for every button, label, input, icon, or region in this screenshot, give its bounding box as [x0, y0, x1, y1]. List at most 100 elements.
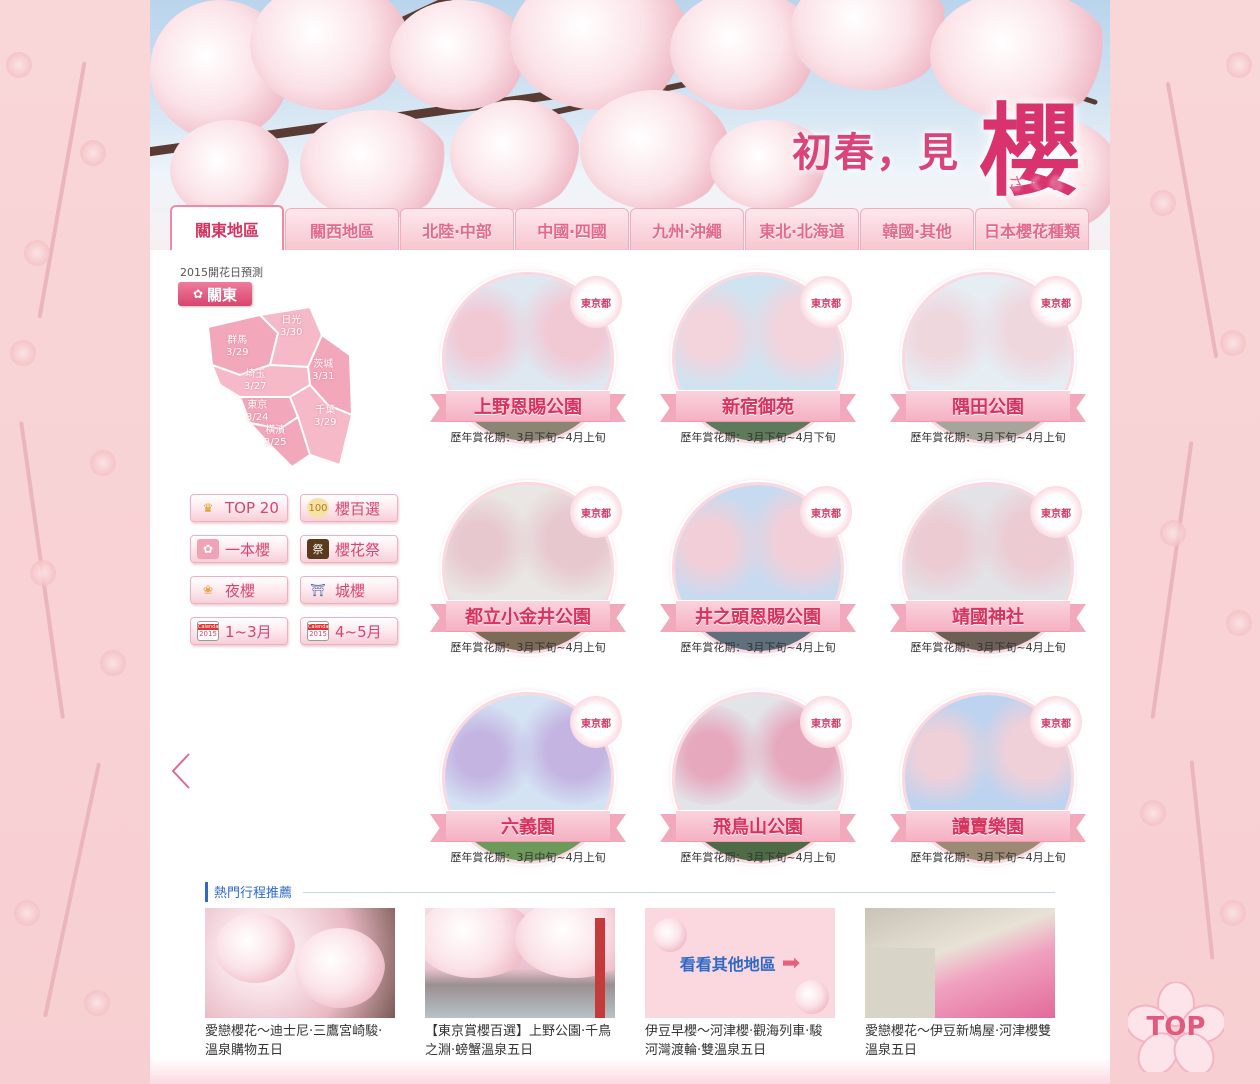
map-label-saitama: 埼玉 3/27 — [244, 369, 267, 392]
category-label: 城櫻 — [335, 581, 366, 600]
spot-koganei-card[interactable]: 東京都都立小金井公園歷年賞花期：3月下旬~4月上旬 — [430, 482, 630, 662]
carousel-prev-arrow[interactable] — [170, 752, 192, 790]
tab-sakura-types[interactable]: 日本櫻花種類 — [975, 208, 1089, 250]
spot-yomiuriland-card[interactable]: 東京都讀賣樂園歷年賞花期：3月下旬~4月上旬 — [890, 692, 1090, 872]
category-label: 櫻百選 — [335, 499, 381, 518]
spot-name[interactable]: 六義園 — [446, 810, 610, 842]
tab-korea-other[interactable]: 韓國‧其他 — [860, 208, 974, 250]
bloom-period: 歷年賞花期：3月中旬~4月上旬 — [450, 851, 606, 864]
forecast-label: 2015開花日預測 — [180, 266, 263, 279]
tab-chugoku-shikoku[interactable]: 中國‧四國 — [515, 208, 629, 250]
spot-name[interactable]: 靖國神社 — [906, 600, 1070, 632]
category-label: TOP 20 — [225, 499, 279, 517]
spot-sumida-card[interactable]: 東京都 隅田公園 歷年賞花期：3月下旬~4月上旬 — [890, 272, 1090, 452]
bloom-period: 歷年賞花期：3月下旬~4月上旬 — [450, 431, 606, 444]
bloom-period: 歷年賞花期：3月下旬~4月上旬 — [910, 851, 1066, 864]
tab-kanto[interactable]: 關東地區 — [170, 205, 284, 250]
main-page: 初春，見 櫻 さくら 關東地區 關西地區 北陸‧中部 中國‧四國 九州‧沖繩 東… — [150, 0, 1110, 1084]
hot-caption[interactable]: 【東京賞櫻百選】上野公園‧千鳥之淵‧螃蟹溫泉五日 — [425, 1022, 615, 1060]
prefecture-badge: 東京都 — [1030, 486, 1082, 538]
bloom-period: 歷年賞花期：3月下旬~4月上旬 — [450, 641, 606, 654]
hot-thumb[interactable] — [205, 908, 395, 1018]
prefecture-badge: 東京都 — [570, 696, 622, 748]
category-castle-button[interactable]: ⛩ 城櫻 — [300, 576, 398, 604]
back-to-top-button[interactable]: TOP — [1125, 981, 1227, 1076]
prefecture-badge: 東京都 — [800, 486, 852, 538]
spot-name-ribbon[interactable]: 隅田公園 — [890, 390, 1086, 426]
flower-icon: ✿ — [192, 287, 204, 301]
category-label: 夜櫻 — [225, 581, 256, 600]
hot-caption[interactable]: 愛戀櫻花～迪士尼‧三鷹宮崎駿‧溫泉購物五日 — [205, 1022, 395, 1060]
category-night-button[interactable]: ❀ 夜櫻 — [190, 576, 288, 604]
spot-name-ribbon[interactable]: 飛鳥山公園 — [660, 810, 856, 846]
hot-card-1[interactable]: 愛戀櫻花～迪士尼‧三鷹宮崎駿‧溫泉購物五日 — [205, 908, 395, 1060]
spot-name-ribbon[interactable]: 讀賣樂園 — [890, 810, 1086, 846]
calendar-icon: Calendar 2015 — [197, 621, 220, 641]
hot-card-2[interactable]: 【東京賞櫻百選】上野公園‧千鳥之淵‧螃蟹溫泉五日 — [425, 908, 615, 1060]
night-blossom-icon: ❀ — [202, 583, 214, 597]
top-label: TOP — [1146, 1012, 1206, 1042]
castle-icon: ⛩ — [310, 583, 326, 597]
category-label: 4~5月 — [335, 622, 382, 641]
tree-icon: ✿ — [197, 539, 219, 559]
tab-hokuriku-chubu[interactable]: 北陸‧中部 — [400, 208, 514, 250]
category-single-tree-button[interactable]: ✿ 一本櫻 — [190, 535, 288, 563]
banner-kana: さくら — [1007, 174, 1068, 193]
category-100-sakura-button[interactable]: 100 櫻百選 — [300, 494, 398, 522]
tab-kyushu-okinawa[interactable]: 九州‧沖繩 — [630, 208, 744, 250]
spot-name-ribbon[interactable]: 六義園 — [430, 810, 626, 846]
category-jan-mar-button[interactable]: Calendar 2015 1~3月 — [190, 617, 288, 645]
map-label-gunma: 群馬 3/29 — [226, 335, 249, 358]
prefecture-badge: 東京都 — [570, 486, 622, 538]
hot-thumb[interactable] — [865, 908, 1055, 1018]
spot-name[interactable]: 讀賣樂園 — [906, 810, 1070, 842]
bloom-period: 歷年賞花期：3月下旬~4月上旬 — [910, 641, 1066, 654]
hot-caption[interactable]: 愛戀櫻花～伊豆新鳩屋‧河津櫻雙溫泉五日 — [865, 1022, 1055, 1060]
category-top20-button[interactable]: ♛ TOP 20 — [190, 494, 288, 522]
tab-kansai[interactable]: 關西地區 — [285, 208, 399, 250]
spot-inokashira-card[interactable]: 東京都 井之頭恩賜公園 歷年賞花期：3月下旬~4月上旬 — [660, 482, 860, 662]
spot-name-ribbon[interactable]: 井之頭恩賜公園 — [660, 600, 856, 636]
category-label: 櫻花祭 — [335, 540, 381, 559]
bloom-period: 歷年賞花期：3月下旬~4月下旬 — [680, 431, 836, 444]
hot-caption[interactable]: 伊豆早櫻～河津櫻‧觀海列車‧駿河灣渡輪‧雙溫泉五日 — [645, 1022, 835, 1060]
category-festival-button[interactable]: 祭 櫻花祭 — [300, 535, 398, 563]
festival-icon: 祭 — [307, 539, 329, 559]
spot-name[interactable]: 飛鳥山公園 — [676, 810, 840, 842]
spot-name[interactable]: 都立小金井公園 — [446, 600, 610, 632]
spot-name-ribbon[interactable]: 上野恩賜公園 — [430, 390, 626, 426]
map-label-ibaraki: 茨城 3/31 — [312, 359, 335, 382]
banner-title: 初春，見 — [792, 129, 960, 176]
category-label: 1~3月 — [225, 622, 272, 641]
category-label: 一本櫻 — [225, 540, 271, 559]
category-apr-may-button[interactable]: Calendar 2015 4~5月 — [300, 617, 398, 645]
map-label-tokyo: 東京 3/24 — [246, 400, 269, 423]
kanto-map[interactable]: 日光 3/30 群馬 3/29 茨城 3/31 埼玉 3/27 東京 3/24 千葉 3/2… — [200, 305, 370, 475]
spot-name-ribbon[interactable]: 新宿御苑 — [660, 390, 856, 426]
hot-card-3[interactable]: 看看其他地區 ➡ 伊豆早櫻～河津櫻‧觀海列車‧駿河灣渡輪‧雙溫泉五日 — [645, 908, 835, 1060]
100-badge-icon: 100 — [307, 498, 329, 518]
hot-card-4[interactable]: 愛戀櫻花～伊豆新鳩屋‧河津櫻雙溫泉五日 — [865, 908, 1055, 1060]
spot-name-ribbon[interactable]: 都立小金井公園 — [430, 600, 626, 636]
spot-name[interactable]: 上野恩賜公園 — [446, 390, 610, 422]
tab-tohoku-hokkaido[interactable]: 東北‧北海道 — [745, 208, 859, 250]
hot-thumb[interactable] — [425, 908, 615, 1018]
spot-name[interactable]: 井之頭恩賜公園 — [676, 600, 840, 632]
other-regions-label: 看看其他地區 — [679, 955, 776, 974]
spot-shinjuku-gyoen-card[interactable]: 東京都 新宿御苑 歷年賞花期：3月下旬~4月下旬 — [660, 272, 860, 452]
spot-ueno-card[interactable]: 東京都 上野恩賜公園 歷年賞花期：3月下旬~4月上旬 — [430, 272, 630, 452]
spot-rikugien-card[interactable]: 東京都六義園歷年賞花期：3月中旬~4月上旬 — [430, 692, 630, 872]
spot-name-ribbon[interactable]: 靖國神社 — [890, 600, 1086, 636]
prefecture-badge: 東京都 — [1030, 696, 1082, 748]
spot-name[interactable]: 隅田公園 — [906, 390, 1070, 422]
map-label-chiba: 千葉 3/29 — [314, 405, 337, 428]
region-badge: ✿ 關東 — [178, 282, 252, 306]
spot-name[interactable]: 新宿御苑 — [676, 390, 840, 422]
left-background — [0, 0, 150, 1084]
spot-asukayama-card[interactable]: 東京都 飛鳥山公園 歷年賞花期：3月下旬~4月上旬 — [660, 692, 860, 872]
spot-yasukuni-card[interactable]: 東京都靖國神社歷年賞花期：3月下旬~4月上旬 — [890, 482, 1090, 662]
bloom-period: 歷年賞花期：3月下旬~4月上旬 — [680, 851, 836, 864]
calendar-icon: Calendar 2015 — [307, 621, 330, 641]
prefecture-badge: 東京都 — [1030, 276, 1082, 328]
other-regions-banner[interactable]: 看看其他地區 ➡ — [645, 908, 835, 1018]
